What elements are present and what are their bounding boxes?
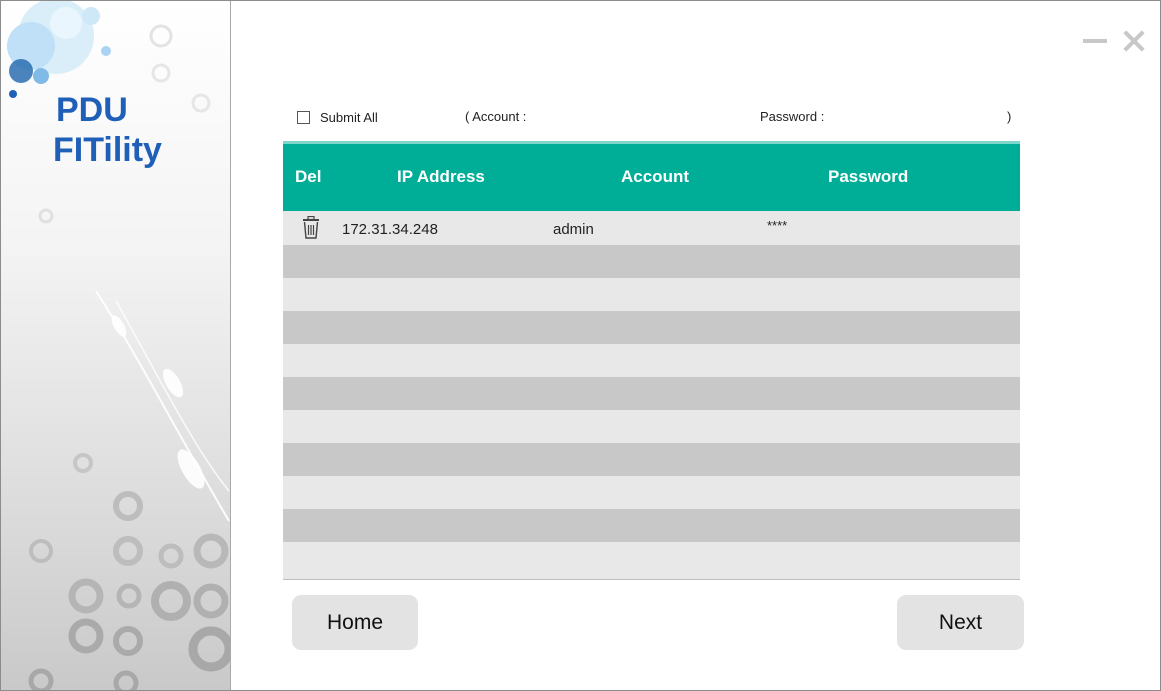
ip-address-cell: 172.31.34.248 bbox=[342, 221, 438, 238]
table-body: 172.31.34.248 admin **** bbox=[283, 212, 1020, 575]
password-label: Password : bbox=[760, 109, 825, 124]
app-logo: PDU FITility bbox=[41, 89, 162, 171]
table-row[interactable]: 172.31.34.248 admin **** bbox=[283, 212, 1020, 245]
table-row[interactable] bbox=[283, 410, 1020, 443]
table-row[interactable] bbox=[283, 278, 1020, 311]
next-button[interactable]: Next bbox=[897, 595, 1024, 650]
submit-all-label: Submit All bbox=[320, 110, 378, 125]
minimize-icon[interactable] bbox=[1082, 29, 1108, 53]
table-row[interactable] bbox=[283, 245, 1020, 278]
sidebar: PDU FITility bbox=[1, 1, 231, 690]
account-cell: admin bbox=[553, 221, 594, 238]
table-row[interactable] bbox=[283, 344, 1020, 377]
window-controls bbox=[1082, 29, 1146, 53]
closing-paren: ) bbox=[1007, 109, 1012, 124]
table-row[interactable] bbox=[283, 542, 1020, 575]
device-table: Del IP Address Account Password 172.31.3… bbox=[283, 141, 1020, 580]
home-button[interactable]: Home bbox=[292, 595, 418, 650]
table-row[interactable] bbox=[283, 377, 1020, 410]
checkbox-box[interactable] bbox=[297, 111, 310, 124]
column-header-password: Password bbox=[828, 167, 909, 186]
table-row[interactable] bbox=[283, 476, 1020, 509]
submit-all-checkbox[interactable]: Submit All bbox=[297, 110, 378, 125]
column-header-del: Del bbox=[295, 167, 322, 186]
table-row[interactable] bbox=[283, 509, 1020, 542]
table-header: Del IP Address Account Password bbox=[283, 141, 1020, 211]
close-icon[interactable] bbox=[1122, 29, 1146, 53]
app-window: PDU FITility Submit All ( Account : Pass… bbox=[0, 0, 1161, 691]
trash-icon[interactable] bbox=[301, 216, 321, 240]
table-row[interactable] bbox=[283, 443, 1020, 476]
column-header-ip-address: IP Address bbox=[397, 167, 485, 186]
table-row[interactable] bbox=[283, 311, 1020, 344]
brand-line1: PDU bbox=[56, 91, 128, 129]
password-cell: **** bbox=[767, 218, 788, 233]
credentials-bar: Submit All ( Account : Password : ) bbox=[297, 107, 1027, 129]
column-header-account: Account bbox=[621, 167, 689, 186]
account-label: ( Account : bbox=[465, 109, 527, 124]
brand-line2: FITility bbox=[53, 131, 162, 169]
